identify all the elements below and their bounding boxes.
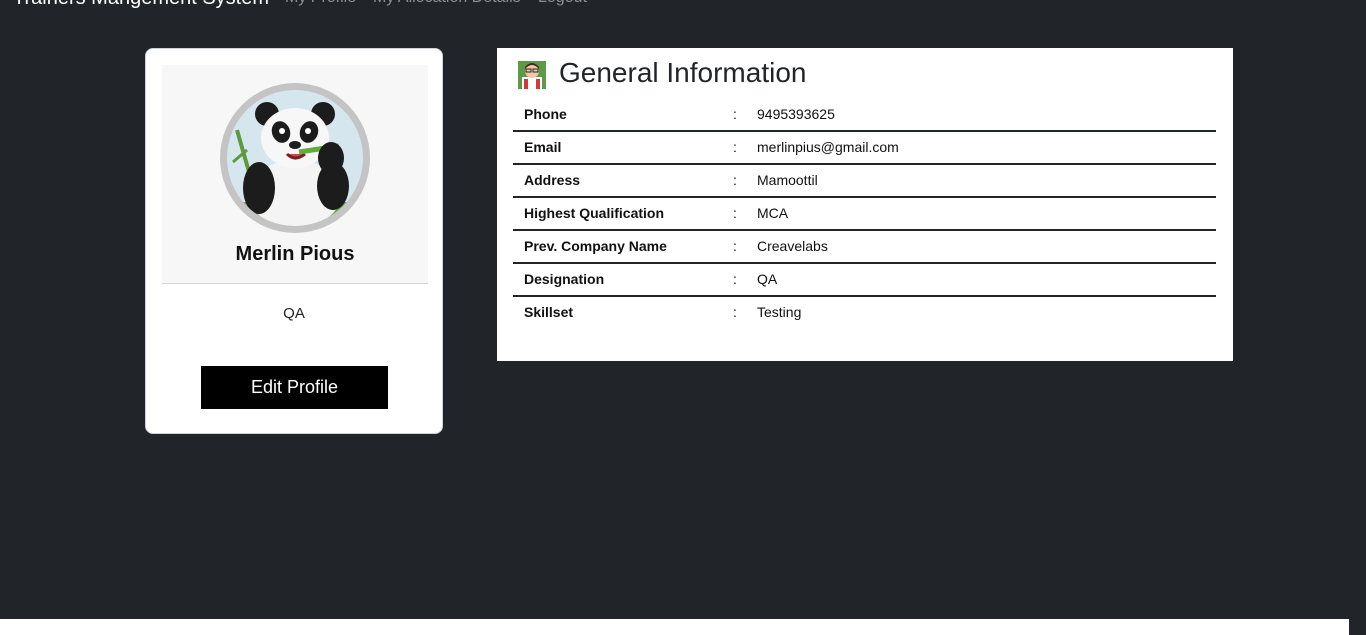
- info-row-prev-company-name: Prev. Company Name : Creavelabs: [513, 231, 1216, 264]
- row-separator: :: [733, 106, 737, 122]
- row-label: Skillset: [524, 304, 574, 320]
- info-table: Phone : 9495393625 Email : merlinpius@gm…: [513, 99, 1216, 328]
- info-row-address: Address : Mamoottil: [513, 165, 1216, 198]
- panda-avatar-image: [227, 90, 363, 226]
- footer-strip: [0, 619, 1349, 635]
- row-separator: :: [733, 205, 737, 221]
- info-row-email: Email : merlinpius@gmail.com: [513, 132, 1216, 165]
- row-separator: :: [733, 172, 737, 188]
- row-value: Creavelabs: [757, 238, 828, 254]
- general-information-panel: General Information Phone : 9495393625 E…: [497, 48, 1233, 361]
- row-value: QA: [757, 271, 778, 287]
- row-separator: :: [733, 238, 737, 254]
- info-row-designation: Designation : QA: [513, 264, 1216, 297]
- profile-header: Merlin Pious: [162, 65, 428, 284]
- info-row-highest-qualification: Highest Qualification : MCA: [513, 198, 1216, 231]
- brand-title[interactable]: Trainers Mangement System: [13, 0, 269, 10]
- info-row-skillset: Skillset : Testing: [513, 297, 1216, 328]
- avatar: [220, 83, 370, 233]
- row-label: Address: [524, 172, 581, 188]
- info-row-phone: Phone : 9495393625: [513, 99, 1216, 132]
- row-separator: :: [733, 271, 737, 287]
- top-navbar: Trainers Mangement System My Profile My …: [0, 0, 1366, 10]
- row-value: Mamoottil: [757, 172, 818, 188]
- row-label: Phone: [524, 106, 567, 122]
- row-value: Testing: [757, 304, 802, 320]
- profile-role: QA: [283, 305, 305, 322]
- profile-name: Merlin Pious: [235, 243, 355, 265]
- nav-link-my-profile[interactable]: My Profile: [285, 0, 356, 8]
- row-value: 9495393625: [757, 106, 835, 122]
- row-separator: :: [733, 304, 737, 320]
- profile-card: Merlin Pious QA Edit Profile: [145, 48, 443, 434]
- row-label: Highest Qualification: [524, 205, 665, 221]
- row-value: MCA: [757, 205, 789, 221]
- nav-link-logout[interactable]: Logout: [538, 0, 587, 8]
- edit-profile-button[interactable]: Edit Profile: [201, 366, 388, 409]
- nav-link-my-allocation-details[interactable]: My Allocation Details: [373, 0, 521, 8]
- row-label: Email: [524, 139, 562, 155]
- row-value: merlinpius@gmail.com: [757, 139, 899, 155]
- user-icon: [518, 61, 546, 89]
- row-label: Prev. Company Name: [524, 238, 667, 254]
- row-label: Designation: [524, 271, 605, 287]
- row-separator: :: [733, 139, 737, 155]
- info-title: General Information: [559, 57, 807, 88]
